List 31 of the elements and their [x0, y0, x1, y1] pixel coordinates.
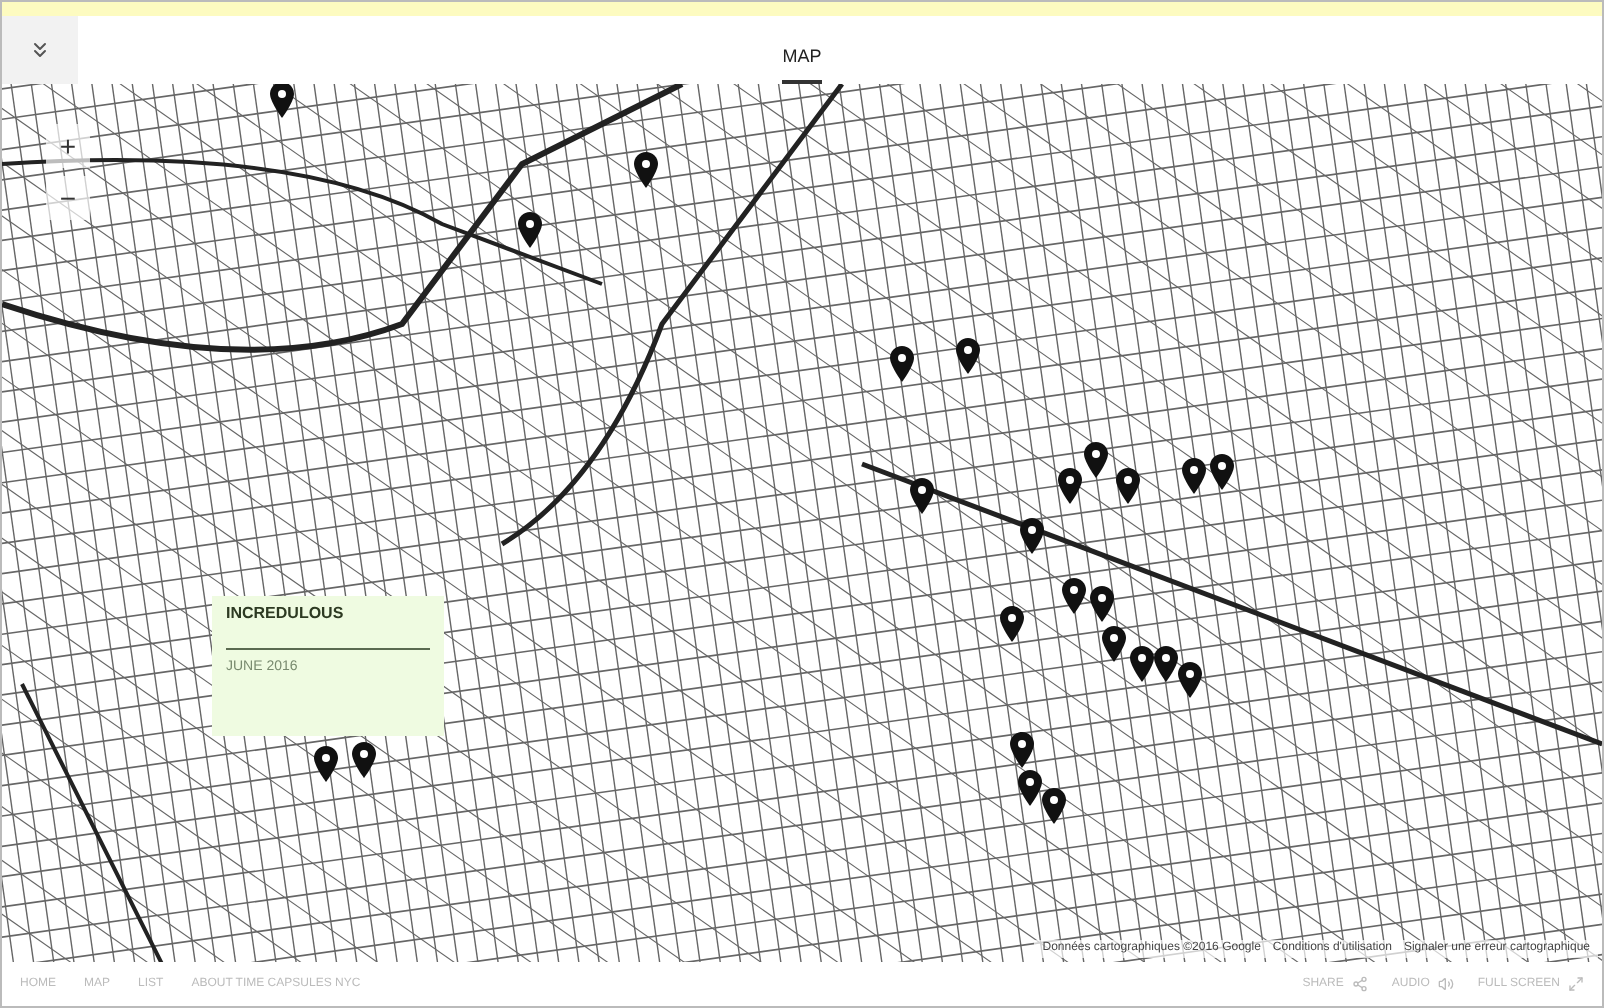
- map-pin-icon[interactable]: [1018, 770, 1042, 806]
- map-pin-icon[interactable]: [1116, 468, 1140, 504]
- map-pin-icon[interactable]: [352, 742, 376, 778]
- map-pin-icon[interactable]: [910, 478, 934, 514]
- map-pin-icon[interactable]: [1010, 732, 1034, 768]
- map-pin-icon[interactable]: [1062, 578, 1086, 614]
- share-icon: [1351, 976, 1368, 992]
- map-pin-icon[interactable]: [956, 338, 980, 374]
- fullscreen-icon: [1568, 976, 1584, 992]
- map-pin-icon[interactable]: [1090, 586, 1114, 622]
- double-chevron-icon: [28, 38, 52, 62]
- map-pin-icon[interactable]: [1210, 454, 1234, 490]
- map-pin-icon[interactable]: [1178, 662, 1202, 698]
- map-pin-icon[interactable]: [314, 746, 338, 782]
- map-pin-icon[interactable]: [1020, 518, 1044, 554]
- map-pin-icon[interactable]: [1130, 646, 1154, 682]
- map-pin-icon[interactable]: [1042, 788, 1066, 824]
- map-pin-icon[interactable]: [890, 346, 914, 382]
- map-pin-icon[interactable]: [1058, 468, 1082, 504]
- map-pin-icon[interactable]: [1102, 626, 1126, 662]
- map-pin-icon[interactable]: [518, 212, 542, 248]
- map-pin-icon[interactable]: [270, 84, 294, 118]
- card-title: INCREDULOUS: [226, 604, 346, 624]
- map-pin-icon[interactable]: [634, 152, 658, 188]
- map-pin-icon[interactable]: [1084, 442, 1108, 478]
- speaker-icon: [1437, 976, 1454, 992]
- zoom-out-button[interactable]: −: [46, 176, 90, 220]
- map-pin-icon[interactable]: [1182, 458, 1206, 494]
- zoom-in-button[interactable]: +: [46, 124, 90, 168]
- map-pin-icon[interactable]: [1000, 606, 1024, 642]
- map-pin-icon[interactable]: [1154, 646, 1178, 682]
